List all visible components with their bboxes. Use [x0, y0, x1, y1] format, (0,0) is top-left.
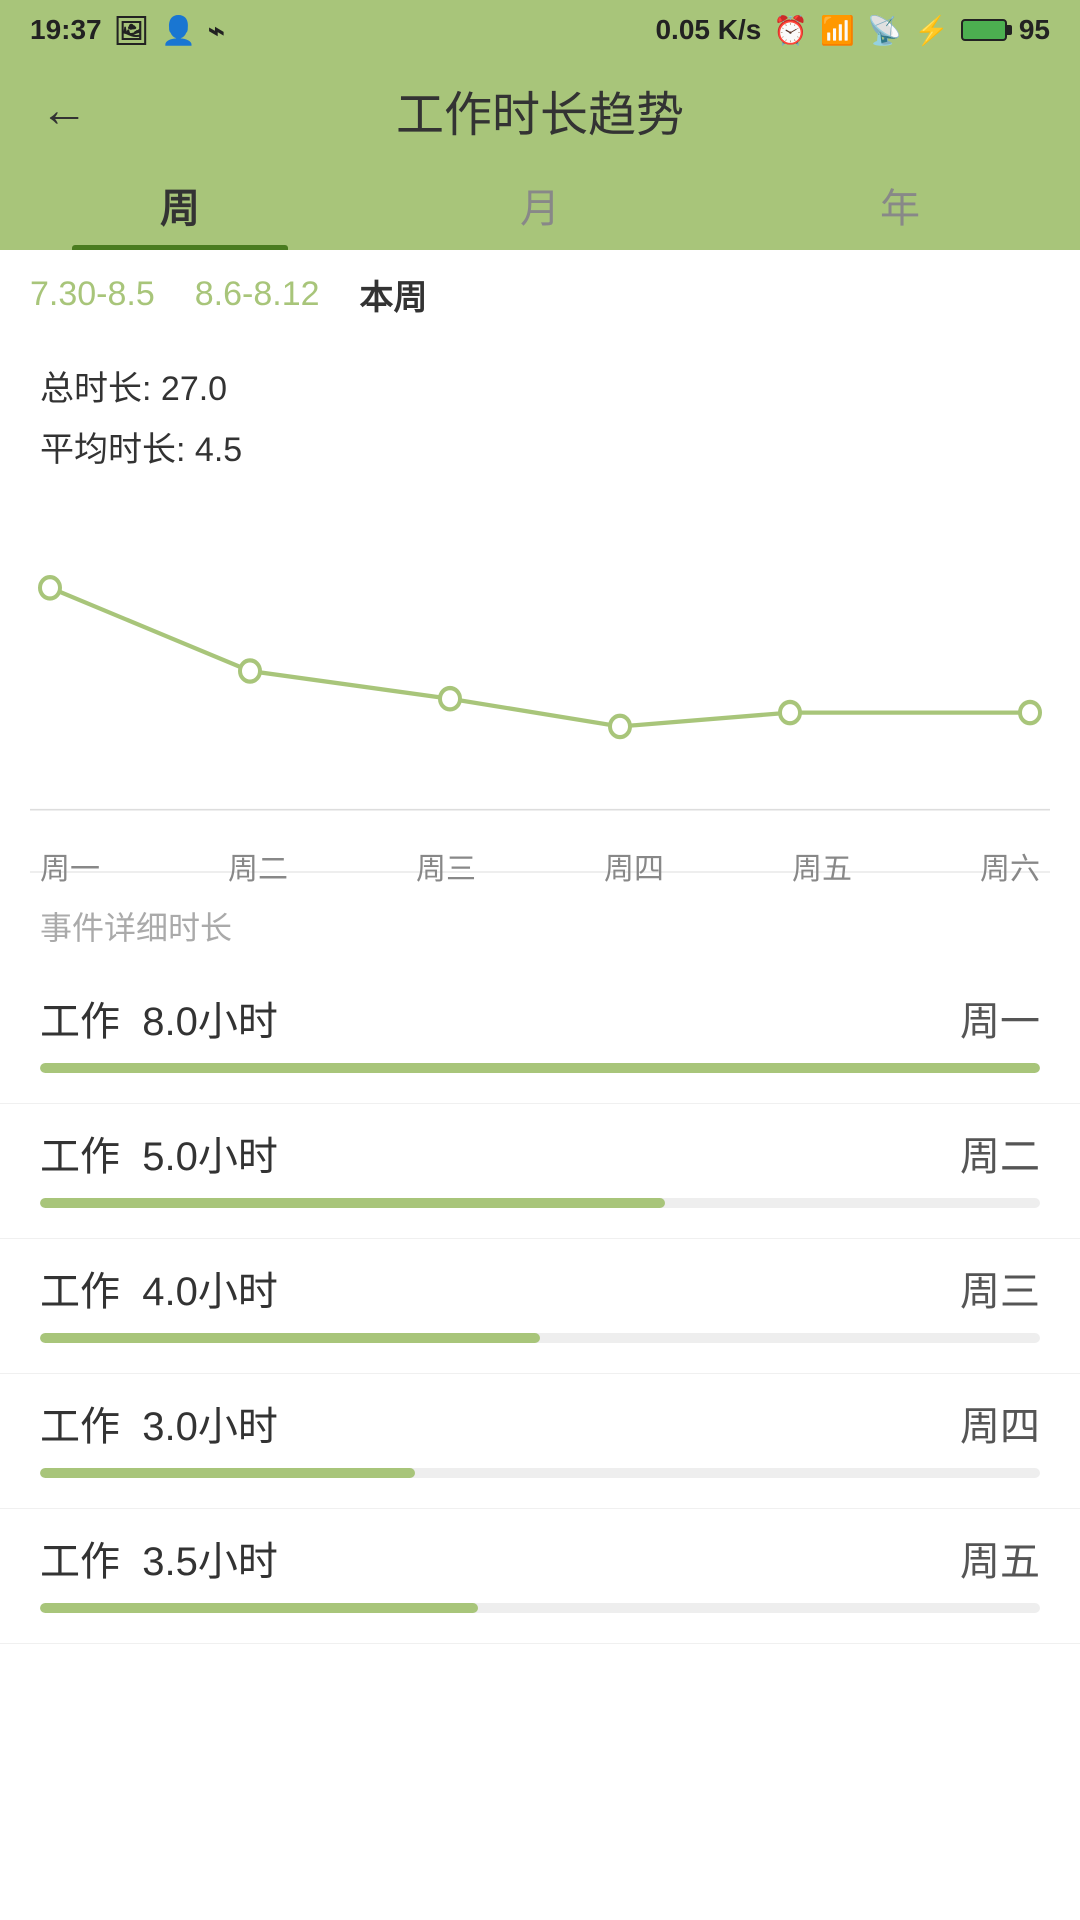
detail-item-2: 工作 5.0小时 周二	[0, 1104, 1080, 1239]
detail-day-4: 周四	[960, 1394, 1040, 1452]
x-label-wed: 周三	[416, 844, 476, 888]
tab-year[interactable]: 年	[720, 160, 1080, 250]
detail-header-1: 工作 8.0小时 周一	[40, 989, 1040, 1047]
stat-total: 总时长: 27.0	[40, 359, 1040, 420]
status-time: 19:37	[30, 14, 102, 46]
detail-bar-fill-5	[40, 1603, 478, 1613]
detail-label-4: 工作 3.0小时	[40, 1394, 278, 1452]
x-label-tue: 周二	[228, 844, 288, 888]
detail-bar-fill-1	[40, 1063, 1040, 1073]
x-label-mon: 周一	[40, 844, 100, 888]
status-network: 0.05 K/s	[655, 14, 761, 46]
detail-header-4: 工作 3.0小时 周四	[40, 1394, 1040, 1452]
week-option-2[interactable]: 8.6-8.12	[195, 275, 320, 314]
detail-bar-bg-5	[40, 1603, 1040, 1613]
status-icon-clock: ⏰	[773, 14, 808, 47]
status-battery: 95	[1019, 14, 1050, 46]
detail-bar-bg-3	[40, 1333, 1040, 1343]
status-icon-photo: 🖼	[114, 14, 150, 47]
stat-avg: 平均时长: 4.5	[40, 420, 1040, 481]
detail-item-3: 工作 4.0小时 周三	[0, 1239, 1080, 1374]
detail-label-5: 工作 3.5小时	[40, 1529, 278, 1587]
week-option-current[interactable]: 本周	[360, 270, 428, 319]
detail-header-3: 工作 4.0小时 周三	[40, 1259, 1040, 1317]
page-title: 工作时长趋势	[396, 75, 684, 145]
tab-bar: 周 月 年	[0, 160, 1080, 250]
tab-month[interactable]: 月	[360, 160, 720, 250]
status-icon-signal: 📡	[867, 14, 902, 47]
x-label-fri: 周五	[792, 844, 852, 888]
detail-bar-bg-1	[40, 1063, 1040, 1073]
chart-x-labels: 周一 周二 周三 周四 周五 周六	[30, 836, 1050, 888]
detail-header-2: 工作 5.0小时 周二	[40, 1124, 1040, 1182]
header: ← 工作时长趋势	[0, 60, 1080, 160]
chart-container: 周一 周二 周三 周四 周五 周六	[0, 491, 1080, 871]
detail-day-5: 周五	[960, 1529, 1040, 1587]
detail-label-1: 工作 8.0小时	[40, 989, 278, 1047]
status-icon-bolt: ⚡	[914, 14, 949, 47]
detail-day-2: 周二	[960, 1124, 1040, 1182]
detail-bar-fill-4	[40, 1468, 415, 1478]
detail-item-5: 工作 3.5小时 周五	[0, 1509, 1080, 1644]
status-icon-person: 👤	[161, 14, 196, 47]
detail-bar-bg-2	[40, 1198, 1040, 1208]
detail-bar-fill-2	[40, 1198, 665, 1208]
x-label-sat: 周六	[980, 844, 1040, 888]
detail-item-1: 工作 8.0小时 周一	[0, 969, 1080, 1104]
detail-bar-bg-4	[40, 1468, 1040, 1478]
tab-week[interactable]: 周	[0, 160, 360, 250]
status-bar: 19:37 🖼 👤 ⌁ 0.05 K/s ⏰ 📶 📡 ⚡ 95	[0, 0, 1080, 60]
status-right: 0.05 K/s ⏰ 📶 📡 ⚡ 95	[655, 14, 1050, 47]
stats-section: 总时长: 27.0 平均时长: 4.5	[0, 339, 1080, 491]
detail-bar-fill-3	[40, 1333, 540, 1343]
week-selector: 7.30-8.5 8.6-8.12 本周	[0, 250, 1080, 339]
status-left: 19:37 🖼 👤 ⌁	[30, 14, 225, 47]
x-label-thu: 周四	[604, 844, 664, 888]
line-chart	[30, 511, 1050, 831]
week-option-1[interactable]: 7.30-8.5	[30, 275, 155, 314]
detail-header-5: 工作 3.5小时 周五	[40, 1529, 1040, 1587]
back-button[interactable]: ←	[40, 83, 88, 138]
detail-item-4: 工作 3.0小时 周四	[0, 1374, 1080, 1509]
detail-label-2: 工作 5.0小时	[40, 1124, 278, 1182]
detail-label-3: 工作 4.0小时	[40, 1259, 278, 1317]
detail-day-1: 周一	[960, 989, 1040, 1047]
detail-day-3: 周三	[960, 1259, 1040, 1317]
status-icon-wifi: 📶	[820, 14, 855, 47]
status-icon-usb: ⌁	[208, 14, 225, 47]
battery-icon	[961, 19, 1007, 41]
